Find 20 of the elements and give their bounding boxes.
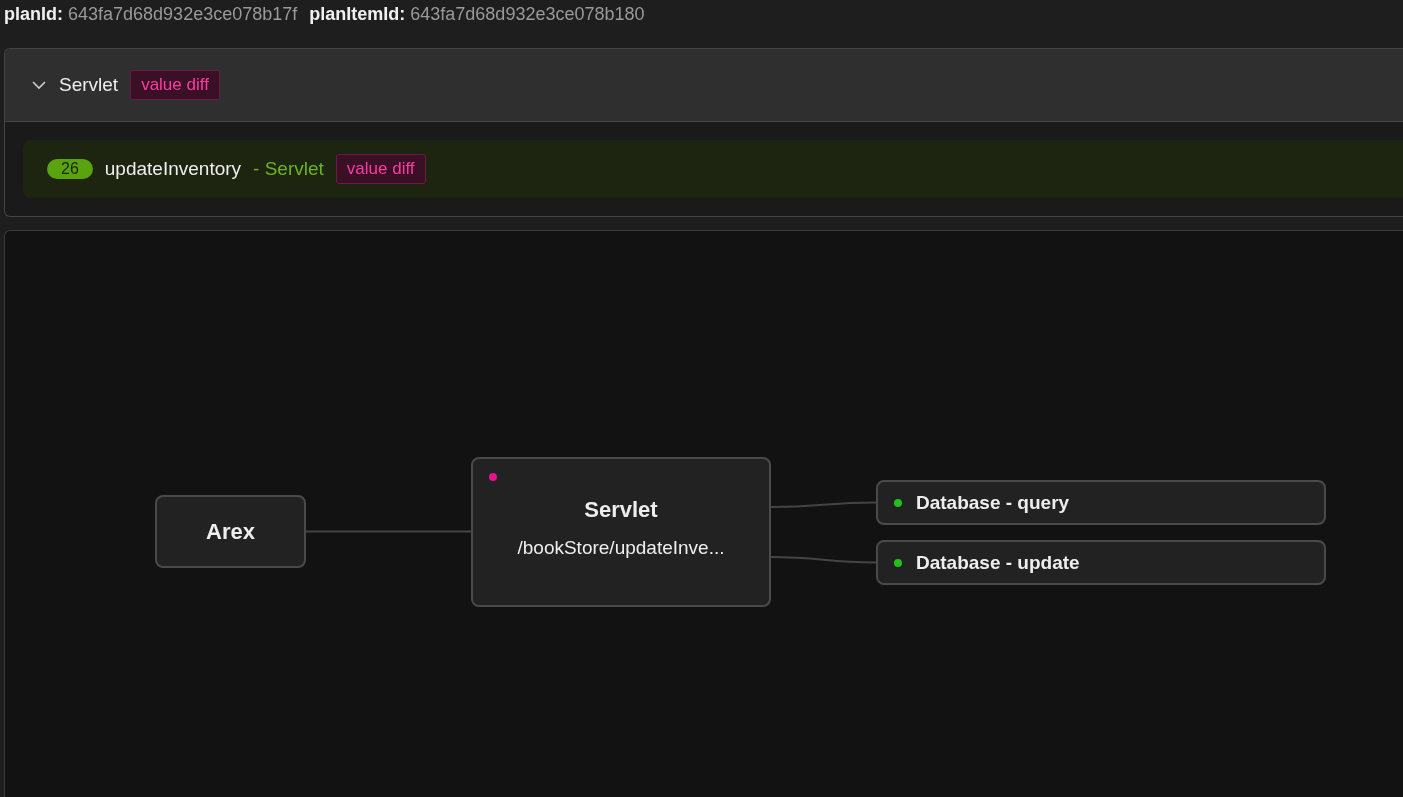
panel-header[interactable]: Servlet value diff [5,49,1403,122]
diagram-node-card[interactable]: Database - query [876,480,1326,525]
node-title: Database - query [916,491,1070,514]
diagram-node-card[interactable]: Database - update [876,540,1326,585]
field-label: planItemId: [309,4,406,24]
field-label: planId: [4,4,63,24]
node-title: Servlet [584,497,658,523]
id-value: 643fa7d68d932e3ce078b180 [410,4,645,24]
case-row[interactable]: 26 updateInventory - Servlet value diff [23,140,1403,198]
panel-title: Servlet [59,74,119,96]
count-badge: 26 [47,159,93,179]
case-category: - Servlet [253,158,324,180]
id-value: 643fa7d68d932e3ce078b17f [68,4,298,24]
diff-tag: value diff [130,70,220,100]
node-title: Database - update [916,551,1080,574]
diagram-node-card[interactable]: Servlet /bookStore/updateInve... [471,457,771,607]
node-path: /bookStore/updateInve... [517,537,725,559]
diagram-node[interactable]: Arex [155,495,306,568]
diff-tag: value diff [335,154,426,184]
case-name: updateInventory [104,158,242,180]
